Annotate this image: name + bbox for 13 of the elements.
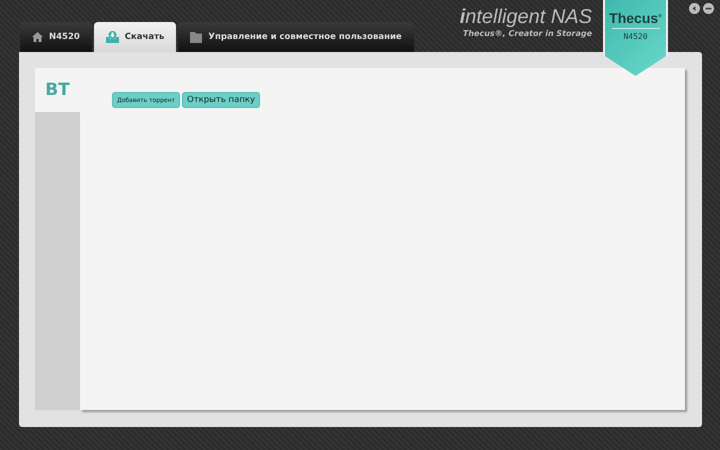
minimize-icon[interactable] — [703, 3, 714, 14]
brand-tagline: Thecus®, Creator in Storage — [462, 29, 592, 38]
brand-title: intelligent NAS — [460, 6, 592, 29]
nav-tab[interactable]: N4520 — [20, 22, 92, 52]
badge-model: N4520 — [612, 28, 660, 41]
home-icon — [32, 32, 43, 42]
nav-tab[interactable]: Управление и совместное пользование — [178, 22, 414, 52]
nav-tab[interactable]: Скачать — [94, 22, 176, 52]
back-icon[interactable] — [689, 3, 700, 14]
folder-icon — [190, 32, 202, 42]
badge-logo: Thecus$^{®}$ — [609, 10, 662, 26]
open-folder-button[interactable]: Открыть папку — [182, 92, 260, 108]
download-tray-icon — [106, 31, 119, 43]
